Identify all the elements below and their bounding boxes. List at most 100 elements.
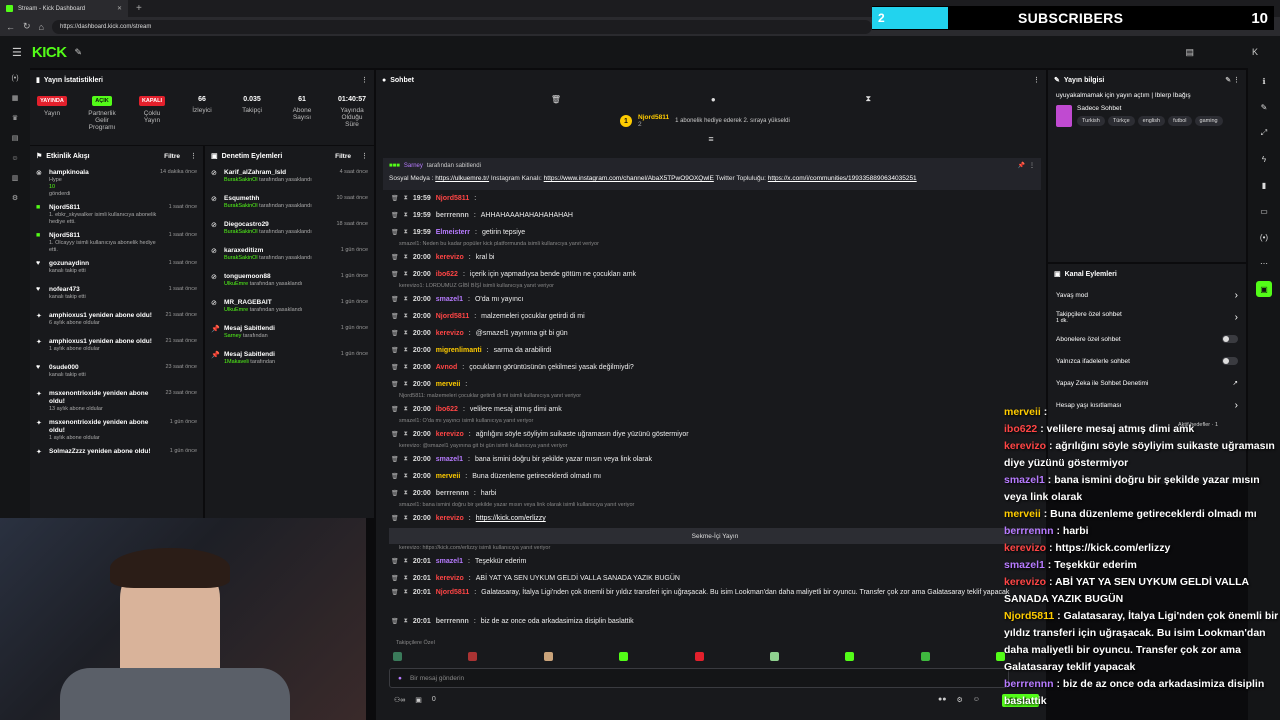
timeout-icon[interactable]: ⧗: [404, 558, 408, 565]
chat-username[interactable]: Njord5811: [436, 195, 469, 202]
emote-icon[interactable]: [543, 652, 553, 661]
activity-item[interactable]: ♥ nofear473 kanalı takip etti 1 saat önce: [30, 283, 203, 309]
moderation-item[interactable]: 📌 Mesaj Sabitlendi 1Makaveli tarafından 1 g…: [205, 348, 374, 374]
chat-message[interactable]: 🗑 ⧗ 20:01 smazel1: Teşekkür ederim: [383, 553, 1041, 570]
timeout-icon[interactable]: ⧗: [404, 313, 408, 320]
timeout-icon[interactable]: ⧗: [404, 618, 408, 625]
moderator-name[interactable]: UlkuEmre: [224, 307, 248, 313]
moderator-name[interactable]: BurakSakinOl: [224, 177, 258, 183]
reply-context[interactable]: kerevizo1: LORDUMUZ GİBİ BİŞİ isimli kul…: [383, 283, 1041, 291]
delete-icon[interactable]: 🗑: [391, 618, 399, 625]
chat-username[interactable]: Avnod: [436, 364, 458, 371]
timeout-icon[interactable]: ⧗: [404, 575, 408, 582]
pin-icon[interactable]: 📌: [1018, 162, 1025, 169]
delete-icon[interactable]: 🗑: [391, 330, 399, 337]
channel-action-row[interactable]: Takipçilere özel sohbet 1 dk. ›: [1048, 306, 1246, 328]
tag-chip[interactable]: Türkçe: [1107, 116, 1135, 126]
activity-name[interactable]: nofear473: [49, 286, 164, 294]
delete-icon[interactable]: 🗑: [391, 473, 399, 480]
activity-item[interactable]: ⊗ hampkinoala Hype 10 gönderdi 14 dakika önce: [30, 166, 203, 201]
url-input[interactable]: https://dashboard.kick.com/stream: [51, 19, 872, 34]
pinned-link[interactable]: https://x.com/i/communities/199335889063…: [768, 175, 917, 182]
delete-icon[interactable]: 🗑: [391, 490, 399, 497]
emote-icon[interactable]: [393, 652, 402, 661]
info-icon[interactable]: ℹ: [1248, 68, 1280, 94]
delete-icon[interactable]: 🗑: [391, 431, 399, 438]
pinned-by[interactable]: Sarney: [404, 163, 423, 169]
chat-message[interactable]: 🗑 ⧗ 20:00 Njord5811: malzemeleri çocuklar ge…: [383, 308, 1041, 325]
timeout-icon[interactable]: ⧗: [404, 271, 408, 278]
emote-icon[interactable]: [920, 652, 930, 661]
moderation-name[interactable]: Mesaj Sabitlendi: [224, 325, 336, 333]
browser-tab[interactable]: Stream - Kick Dashboard ✕: [0, 0, 128, 17]
delete-icon[interactable]: 🗑: [391, 271, 399, 278]
channel-action-row[interactable]: Abonelere özel sohbet: [1048, 328, 1246, 350]
activity-item[interactable]: ■ Njord5811 1. Olcayyy isimli kullanıcıya …: [30, 229, 203, 257]
external-link-icon[interactable]: ↗: [1233, 379, 1238, 387]
category-name[interactable]: Sadece Sohbet: [1077, 105, 1223, 112]
channel-action-row[interactable]: Yavaş mod ›: [1048, 284, 1246, 306]
tag-chip[interactable]: gaming: [1194, 116, 1223, 126]
chat-message[interactable]: 🗑 ⧗ 19:59 Elmeisterr: getirin tepsiye: [383, 224, 1041, 241]
analytics-icon[interactable]: ▥: [0, 168, 30, 188]
bubble-icon[interactable]: ●: [711, 95, 716, 104]
new-tab-icon[interactable]: +: [136, 3, 142, 14]
broadcast-icon[interactable]: (•): [1248, 224, 1280, 250]
reply-context[interactable]: kerevizo: https://kick.com/erlizzy isiml…: [383, 545, 1041, 553]
chat-username[interactable]: kerevizo: [436, 254, 464, 261]
more-icon[interactable]: ⋮: [361, 152, 368, 160]
chat-message[interactable]: 🗑 ⧗ 20:00 ibo622: içerik için yapmadıysa ben…: [383, 266, 1041, 283]
chat-message[interactable]: 🗑 ⧗ 20:00 berrrennn: harbi: [383, 485, 1041, 502]
emote-picker-icon[interactable]: ☺: [973, 696, 980, 704]
activity-item[interactable]: ♥ gozunaydinn kanalı takip etti 1 saat önce: [30, 257, 203, 283]
delete-icon[interactable]: 🗑: [391, 313, 399, 320]
activity-name[interactable]: amphioxus1 yeniden abone oldu!: [49, 312, 161, 320]
collapse-icon[interactable]: ≡: [376, 134, 1046, 144]
timeout-icon[interactable]: ⧗: [404, 330, 408, 337]
delete-icon[interactable]: 🗑: [391, 381, 399, 388]
chat-message[interactable]: 🗑 ⧗ 20:00 smazel1: O'da mı yayıncı: [383, 291, 1041, 308]
chat-username[interactable]: migrenlimanti: [436, 347, 482, 354]
moderation-item[interactable]: ⊘ karaxeditizm BurakSakinOl tarafından yas…: [205, 244, 374, 270]
chat-username[interactable]: smazel1: [436, 456, 463, 463]
activity-name[interactable]: 0sude000: [49, 364, 161, 372]
activity-name[interactable]: gozunaydinn: [49, 260, 164, 268]
edit-pencil-icon[interactable]: ✎ ⋮: [1225, 76, 1240, 84]
community-icon[interactable]: ☺: [0, 148, 30, 168]
delete-icon[interactable]: 🗑: [391, 589, 399, 596]
chat-username[interactable]: smazel1: [436, 558, 463, 565]
edit-icon[interactable]: ✎: [1248, 94, 1280, 120]
emote-icon[interactable]: [694, 652, 704, 661]
timeout-icon[interactable]: ⧗: [404, 490, 408, 497]
activity-name[interactable]: Njord5811: [49, 232, 164, 240]
chat-message[interactable]: 🗑 ⧗ 20:01 berrrennn: biz de az once oda arka…: [383, 613, 1041, 630]
pin-icon[interactable]: ✎: [75, 47, 83, 58]
delete-icon[interactable]: 🗑: [391, 254, 399, 261]
more-icon[interactable]: ⋮: [361, 76, 368, 84]
timeout-icon[interactable]: ⧗: [404, 473, 408, 480]
reply-context[interactable]: smazel1: Neden bu kadar popüler kick pla…: [383, 241, 1041, 249]
activity-item[interactable]: ✦ msxenontrioxide yeniden abone oldu! 13 a…: [30, 387, 203, 416]
chat-username[interactable]: Elmeisterr: [436, 229, 470, 236]
expand-icon[interactable]: ⤢: [1248, 120, 1280, 146]
chat-icon[interactable]: ▭: [1248, 198, 1280, 224]
timeout-icon[interactable]: ⧗: [404, 456, 408, 463]
moderation-item[interactable]: ⊘ tonguemoon88 UlkuEmre tarafından yasakla…: [205, 270, 374, 296]
chat-message[interactable]: 🗑 ⧗ 19:59 Njord5811:: [383, 190, 1041, 207]
moderator-name[interactable]: Sarney: [224, 333, 241, 339]
timeout-icon[interactable]: ⧗: [404, 589, 408, 596]
top-gifter-name[interactable]: Njord5811: [638, 114, 669, 121]
moderator-name[interactable]: BurakSakinOl: [224, 229, 258, 235]
share-icon[interactable]: ⋯: [1248, 250, 1280, 276]
emote-icon[interactable]: [769, 652, 779, 661]
chat-message[interactable]: 🗑 ⧗ 20:00 merveii:: [383, 376, 1041, 393]
delete-icon[interactable]: 🗑: [391, 212, 399, 219]
chat-username[interactable]: Njord5811: [436, 589, 469, 596]
chat-message[interactable]: 🗑 ⧗ 20:00 kerevizo: https://kick.com/erlizzy: [383, 510, 1041, 527]
tag-chip[interactable]: english: [1137, 116, 1166, 126]
chat-username[interactable]: merveii: [436, 473, 461, 480]
toggle-switch[interactable]: [1222, 335, 1238, 343]
delete-icon[interactable]: 🗑: [391, 456, 399, 463]
chat-input[interactable]: ● Bir mesaj gönderin: [389, 668, 1009, 688]
activity-item[interactable]: ■ Njord5811 1. ebkr_skywalker isimli kulla…: [30, 201, 203, 229]
